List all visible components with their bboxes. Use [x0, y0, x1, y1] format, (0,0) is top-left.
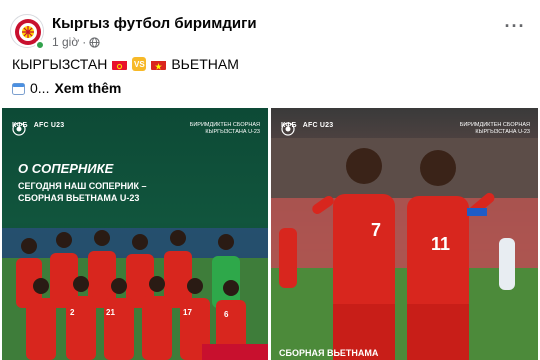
jersey-number: 17: [183, 308, 192, 317]
kfu-emblem-icon: [281, 122, 295, 136]
post-meta: 1 giờ ·: [52, 35, 100, 49]
more-icon: ···: [504, 15, 526, 36]
vietnam-flag-icon: [151, 59, 167, 70]
page-name-link[interactable]: Кыргыз футбол биримдиги: [52, 15, 257, 32]
left-brand-strip: КФБ AFC U23: [12, 122, 65, 136]
online-status-dot: [35, 40, 45, 50]
vs-badge-icon: VS: [132, 57, 147, 71]
left-corner-caption: БИРИМДИКТЕН СБОРНАЯ КЫРГЫЗСТАНА U-23: [189, 122, 260, 135]
jersey-number: 21: [106, 308, 115, 317]
post-image-right[interactable]: КФБ AFC U23 БИРИМДИКТЕН СБОРНАЯ КЫРГЫЗСТ…: [271, 108, 538, 360]
right-brand-strip: КФБ AFC U23: [281, 122, 334, 136]
left-tournament-text: AFC U23: [33, 122, 65, 129]
more-options-button[interactable]: ···: [502, 16, 528, 36]
post-body-line: 0... Xem thêm: [12, 80, 121, 96]
headline-team-right: ВЬЕТНАМ: [171, 56, 239, 72]
right-tournament-text: AFC U23: [302, 122, 334, 129]
headline-team-left: КЫРГЫЗСТАН: [12, 56, 108, 72]
meta-separator: ·: [82, 35, 87, 49]
kfu-emblem-icon: [12, 122, 26, 136]
left-image-subtitle: СЕГОДНЯ НАШ СОПЕРНИК – СБОРНАЯ ВЬЕТНАМА …: [18, 181, 147, 204]
calendar-icon: [12, 82, 25, 95]
see-more-link[interactable]: Xem thêm: [54, 80, 121, 96]
right-corner-caption: БИРИМДИКТЕН СБОРНАЯ КЫРГЫЗСТАНА U-23: [459, 122, 530, 135]
post-body-text: 0...: [30, 80, 50, 96]
right-image-caption: СБОРНАЯ ВЬЕТНАМА: [279, 348, 379, 358]
post-time[interactable]: 1 giờ: [52, 35, 79, 49]
jersey-number: 7: [371, 220, 382, 240]
players-photo-graphic: [271, 108, 538, 360]
jersey-number: 6: [224, 310, 229, 319]
post-image-left[interactable]: КФБ AFC U23 БИРИМДИКТЕН СБОРНАЯ КЫРГЫЗСТ…: [2, 108, 268, 360]
kyrgyzstan-flag-icon: [112, 59, 128, 70]
team-photo-graphic: [2, 108, 268, 360]
post-header: Кыргыз футбол биримдиги 1 giờ · ···: [8, 10, 532, 52]
globe-icon: [89, 36, 100, 48]
left-image-title: О СОПЕРНИКЕ: [18, 161, 114, 176]
jersey-number: 11: [431, 234, 451, 254]
post-headline: КЫРГЫЗСТАН VS ВЬЕТНАМ: [12, 56, 239, 72]
jersey-number: 2: [70, 308, 75, 317]
